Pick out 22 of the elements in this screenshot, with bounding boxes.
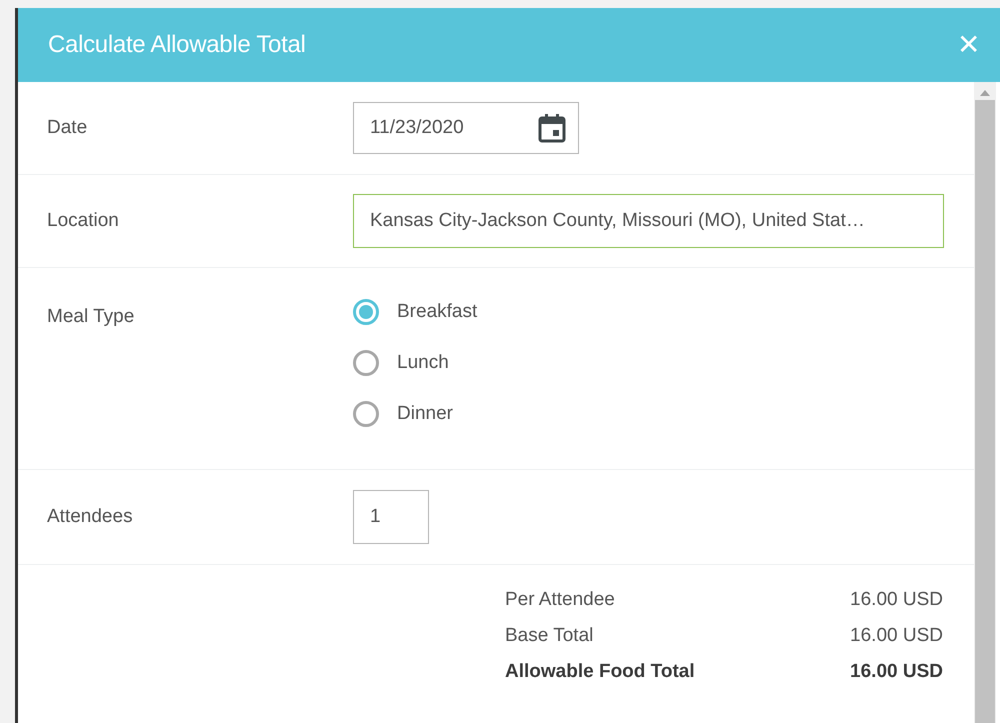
date-field[interactable]: 11/23/2020 [353,102,579,154]
field-label: Location [47,210,120,232]
radio-button[interactable] [353,299,379,325]
total-value: 16.00 USD [850,625,943,647]
radio-button[interactable] [353,401,379,427]
total-label: Base Total [505,625,594,647]
radio-button[interactable] [353,350,379,376]
total-value: 16.00 USD [850,661,943,683]
total-label: Per Attendee [505,589,616,611]
attendees-field[interactable]: 1 [353,490,429,544]
radio-label: Dinner [397,403,453,425]
radio-label: Breakfast [397,301,478,323]
calendar-icon[interactable] [538,113,566,143]
dialog-title: Calculate Allowable Total [48,31,306,59]
location-field[interactable]: Kansas City-Jackson County, Missouri (MO), United Stat… [353,194,944,248]
radio-label: Lunch [397,352,449,374]
scroll-up-icon[interactable] [980,90,990,96]
field-label: Attendees [47,506,134,528]
total-value: 16.00 USD [850,589,943,611]
field-label: Meal Type [47,305,136,328]
total-label: Allowable Food Total [505,661,695,683]
field-label: Date [47,117,88,139]
